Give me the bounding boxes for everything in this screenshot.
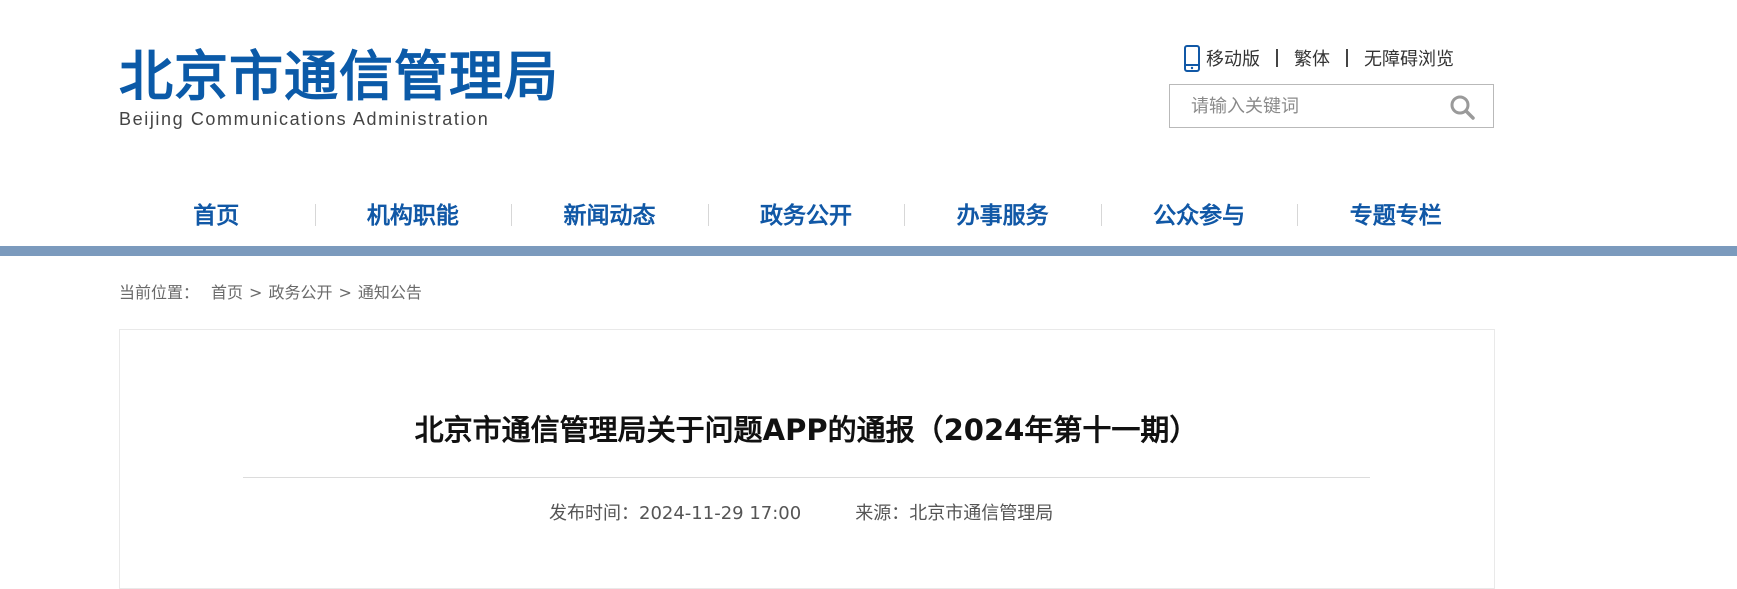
publish-time: 2024-11-29 17:00 xyxy=(639,503,802,524)
publish-time-label: 发布时间： xyxy=(549,503,639,524)
nav-item-home[interactable]: 首页 xyxy=(118,198,315,234)
breadcrumb-separator: > xyxy=(338,283,352,302)
nav-item-institution[interactable]: 机构职能 xyxy=(314,198,512,234)
logo-english-name: Beijing Communications Administration xyxy=(119,109,490,129)
accessible-browsing-link[interactable]: 无障碍浏览 xyxy=(1364,45,1454,71)
nav-item-government-affairs[interactable]: 政务公开 xyxy=(707,198,905,234)
article-meta: 发布时间：2024-11-29 17:00 来源：北京市通信管理局 xyxy=(549,502,1053,526)
search-input[interactable] xyxy=(1170,85,1440,127)
nav-item-special-topics[interactable]: 专题专栏 xyxy=(1297,198,1494,234)
nav-item-public-participation[interactable]: 公众参与 xyxy=(1100,198,1298,234)
main-nav: 首页 机构职能 新闻动态 政务公开 办事服务 公众参与 专题专栏 xyxy=(118,198,1494,234)
search-box xyxy=(1169,84,1494,128)
breadcrumb-separator: > xyxy=(249,283,263,302)
link-divider xyxy=(1276,49,1278,67)
traditional-chinese-link[interactable]: 繁体 xyxy=(1294,45,1330,71)
article-container xyxy=(119,329,1495,589)
title-divider xyxy=(243,477,1370,478)
link-divider xyxy=(1346,49,1348,67)
top-links: 移动版 繁体 无障碍浏览 xyxy=(1184,43,1454,73)
breadcrumb-label: 当前位置： xyxy=(119,283,200,302)
article-source: 北京市通信管理局 xyxy=(909,503,1054,524)
article-title: 北京市通信管理局关于问题APP的通报（2024年第十一期） xyxy=(414,413,1199,447)
breadcrumb-item-home[interactable]: 首页 xyxy=(211,283,243,302)
breadcrumb-item-government-affairs[interactable]: 政务公开 xyxy=(268,283,332,302)
nav-item-services[interactable]: 办事服务 xyxy=(904,198,1101,234)
source-label: 来源： xyxy=(855,503,910,524)
mobile-version-link[interactable]: 移动版 xyxy=(1206,45,1260,71)
breadcrumb-item-notices[interactable]: 通知公告 xyxy=(358,283,422,302)
site-logo[interactable]: 北京市通信管理局 Beijing Communications Administ… xyxy=(119,45,559,130)
logo-chinese-name: 北京市通信管理局 xyxy=(119,45,559,108)
nav-underline-bar xyxy=(0,246,1737,256)
nav-item-news[interactable]: 新闻动态 xyxy=(511,198,708,234)
breadcrumb: 当前位置： 首页 > 政务公开 > 通知公告 xyxy=(119,283,422,303)
search-icon[interactable] xyxy=(1449,94,1475,120)
phone-icon xyxy=(1184,44,1200,72)
